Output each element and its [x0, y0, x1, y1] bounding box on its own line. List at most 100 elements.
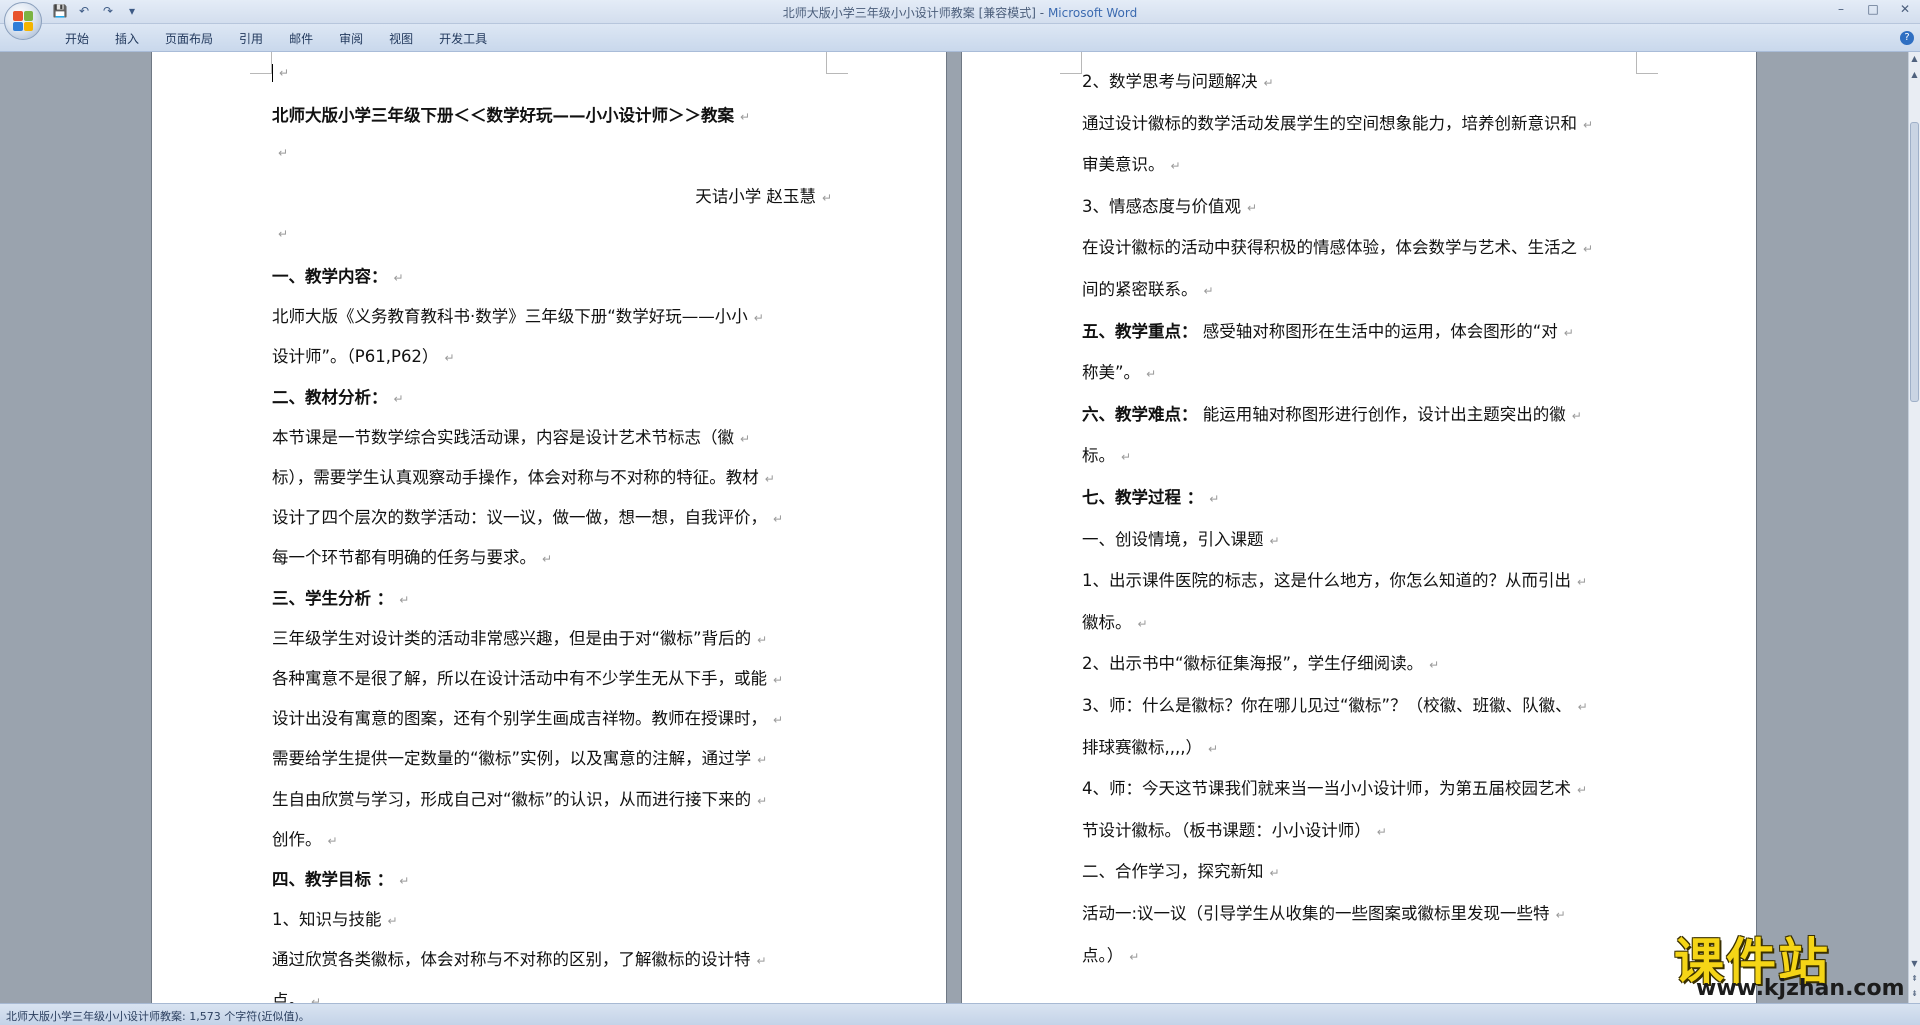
text-line[interactable]: 标。 ↵ [1082, 442, 1131, 466]
text-line[interactable]: 节设计徽标。（板书课题：小小设计师） ↵ [1082, 817, 1387, 841]
text-line[interactable]: 在设计徽标的活动中获得积极的情感体验，体会数学与艺术、生活之 ↵ [1082, 234, 1593, 258]
text-line[interactable]: 创作。 ↵ [272, 826, 338, 850]
paragraph-mark-icon: ↵ [1137, 616, 1148, 631]
office-button[interactable] [4, 2, 42, 40]
ribbon-tab[interactable]: 邮件 [276, 30, 326, 47]
ribbon-tabs: 开始 插入 页面布局 引用 邮件 审阅 视图 开发工具 [52, 30, 500, 47]
line-text: 三、学生分析 ： [272, 588, 394, 608]
ribbon-tab[interactable]: 开始 [52, 30, 102, 47]
text-line[interactable]: 活动一:议一议（引导学生从收集的一些图案或徽标里发现一些特 ↵ [1082, 900, 1566, 924]
text-line[interactable]: 点。 ↵ [272, 987, 321, 1003]
paragraph-mark-icon: ↵ [1269, 533, 1280, 548]
text-line[interactable]: 标），需要学生认真观察动手操作，体会对称与不对称的特征。教材 ↵ [272, 464, 775, 488]
paragraph-mark-icon: ↵ [542, 552, 553, 567]
crop-mark [1636, 52, 1658, 74]
document-title: 北师大版小学三年级小小设计师教案 [兼容模式] [782, 6, 1036, 20]
heading-line[interactable]: 七、教学过程 ： ↵ [1082, 484, 1219, 508]
paragraph-mark-icon: ↵ [1571, 408, 1582, 423]
ribbon-tab[interactable]: 引用 [226, 30, 276, 47]
paragraph-mark-icon: ↵ [773, 512, 784, 527]
text-line[interactable]: 设计师”。（P61,P62） ↵ [272, 343, 455, 367]
ribbon-tab[interactable]: 开发工具 [426, 30, 500, 47]
text-line[interactable]: 生自由欣赏与学习，形成自己对“徽标”的认识，从而进行接下来的 ↵ [272, 786, 767, 810]
heading-line[interactable]: 四、教学目标 ： ↵ [272, 866, 409, 890]
text-line[interactable]: 需要给学生提供一定数量的“徽标”实例，以及寓意的注解，通过学 ↵ [272, 745, 767, 769]
heading-line[interactable]: 六、教学难点： 能运用轴对称图形进行创作，设计出主题突出的徽 ↵ [1082, 401, 1582, 425]
ruler-toggle-icon[interactable]: ▲ [1909, 52, 1920, 66]
text-line[interactable]: 3、情感态度与价值观 ↵ [1082, 193, 1257, 217]
help-icon[interactable]: ? [1900, 31, 1914, 45]
paragraph-mark-icon: ↵ [1429, 658, 1440, 673]
paragraph-mark-icon: ↵ [740, 431, 751, 446]
text-cursor [272, 63, 273, 82]
heading-line[interactable]: 北师大版小学三年级下册＜＜数学好玩——小小设计师＞＞教案 ↵ [272, 102, 750, 126]
text-line[interactable]: 北师大版《义务教育教科书·数学》三年级下册“数学好玩——小小 ↵ [272, 303, 764, 327]
text-line[interactable]: 间的紧密联系。 ↵ [1082, 276, 1214, 300]
page-2[interactable]: 2、数学思考与问题解决 ↵ 通过设计徽标的数学活动发展学生的空间想象能力，培养创新意… [962, 52, 1756, 1003]
window-controls: – □ ✕ [1832, 2, 1914, 16]
text-line[interactable]: 每一个环节都有明确的任务与要求。 ↵ [272, 544, 552, 568]
heading-line[interactable]: 一、教学内容： ↵ [272, 263, 404, 287]
line-text: 北师大版《义务教育教科书·数学》三年级下册“数学好玩——小小 [272, 307, 748, 327]
scroll-up-icon[interactable]: ▲ [1909, 68, 1920, 82]
paragraph-mark-icon: ↵ [1209, 492, 1220, 506]
text-line[interactable]: 4、师：今天这节课我们就来当一当小小设计师，为第五届校园艺术 ↵ [1082, 775, 1587, 799]
paragraph-mark-icon: ↵ [757, 753, 768, 768]
line-text: 2、出示书中“徽标征集海报”，学生仔细阅读。 [1082, 654, 1424, 674]
paragraph-mark-icon: ↵ [1203, 284, 1214, 298]
crop-mark [250, 52, 272, 74]
heading-line[interactable]: 五、教学重点： 感受轴对称图形在生活中的运用，体会图形的“对 ↵ [1082, 318, 1574, 342]
text-line[interactable]: 各种寓意不是很了解，所以在设计活动中有不少学生无从下手，或能 ↵ [272, 665, 783, 689]
line-text: 各种寓意不是很了解，所以在设计活动中有不少学生无从下手，或能 [272, 669, 767, 688]
page-1[interactable]: ↵ 北师大版小学三年级下册＜＜数学好玩——小小设计师＞＞教案 ↵ ↵ 天诘小学 赵玉慧 ↵… [152, 52, 946, 1003]
text-line[interactable]: 设计出没有寓意的图案，还有个别学生画成吉祥物。教师在授课时， ↵ [272, 705, 783, 729]
text-line[interactable]: 点。） ↵ [1082, 942, 1139, 966]
line-text: 活动一:议一议（引导学生从收集的一些图案或徽标里发现一些特 [1082, 904, 1550, 923]
heading-line[interactable]: 三、学生分析 ： ↵ [272, 585, 409, 609]
paragraph-mark-icon: ↵ [1577, 575, 1588, 590]
maximize-button[interactable]: □ [1864, 2, 1882, 16]
text-line[interactable]: 三年级学生对设计类的活动非常感兴趣，但是由于对“徽标”背后的 ↵ [272, 625, 767, 649]
ribbon-tab[interactable]: 视图 [376, 30, 426, 47]
text-line[interactable]: 2、出示书中“徽标征集海报”，学生仔细阅读。 ↵ [1082, 650, 1439, 674]
ribbon-tab[interactable]: 审阅 [326, 30, 376, 47]
status-text: 北师大版小学三年级小小设计师教案: 1,573 个字符(近似值)。 [6, 1010, 310, 1023]
document-area[interactable]: ↵ 北师大版小学三年级下册＜＜数学好玩——小小设计师＞＞教案 ↵ ↵ 天诘小学 赵玉慧 ↵… [0, 52, 1908, 1003]
paragraph-mark-icon: ↵ [399, 874, 410, 888]
ribbon-tab[interactable]: 页面布局 [152, 30, 226, 47]
text-line[interactable]: 徽标。 ↵ [1082, 609, 1148, 633]
text-line[interactable]: 本节课是一节数学综合实践活动课，内容是设计艺术节标志（徽 ↵ [272, 424, 750, 448]
close-button[interactable]: ✕ [1896, 2, 1914, 16]
paragraph-mark-icon: ↵ [1555, 908, 1566, 922]
ribbon-tab[interactable]: 插入 [102, 30, 152, 47]
text-line[interactable]: 2、数学思考与问题解决 ↵ [1082, 68, 1274, 92]
text-line[interactable]: 通过欣赏各类徽标，体会对称与不对称的区别，了解徽标的设计特 ↵ [272, 946, 767, 970]
scroll-thumb[interactable] [1910, 122, 1919, 402]
text-line[interactable]: 3、师：什么是徽标？你在哪儿见过“徽标”？（校徽、班徽、队徽、 ↵ [1082, 692, 1588, 716]
text-line[interactable]: 称美”。 ↵ [1082, 359, 1156, 383]
text-line[interactable]: 天诘小学 赵玉慧 ↵ [272, 183, 832, 207]
text-line[interactable]: 一、创设情境，引入课题 ↵ [1082, 526, 1280, 550]
line-text: 1、知识与技能 [272, 910, 382, 930]
text-line[interactable]: 通过设计徽标的数学活动发展学生的空间想象能力，培养创新意识和 ↵ [1082, 110, 1593, 134]
line-text: 二、合作学习，探究新知 [1082, 862, 1264, 882]
text-line[interactable]: 审美意识。 ↵ [1082, 151, 1181, 175]
watermark-logo: 课件站 www.kjzhan.com [1664, 922, 1912, 1001]
line-text: 二、教材分析： [272, 387, 388, 407]
paragraph-mark-icon: ↵ [278, 146, 289, 161]
heading-line[interactable]: 二、教材分析： ↵ [272, 384, 404, 408]
text-line[interactable]: 排球赛徽标,,,,） ↵ [1082, 734, 1218, 758]
vertical-scrollbar[interactable]: ▲ ▲ ▼ ⇞ ⇟ [1908, 52, 1920, 1003]
paragraph-mark-icon: ↵ [1263, 76, 1274, 90]
text-line[interactable]: 设计了四个层次的数学活动：议一议，做一做，想一想，自我评价， ↵ [272, 504, 783, 528]
text-line[interactable]: ↵ [272, 223, 288, 242]
line-text: 七、教学过程 ： [1082, 488, 1204, 507]
line-text: 排球赛徽标,,,,） [1082, 737, 1202, 757]
minimize-button[interactable]: – [1832, 2, 1850, 16]
text-line[interactable]: ↵ [272, 142, 288, 161]
text-line[interactable]: ↵ [272, 62, 289, 82]
text-line[interactable]: 1、出示课件医院的标志，这是什么地方，你怎么知道的？从而引出 ↵ [1082, 567, 1587, 591]
text-line[interactable]: 1、知识与技能 ↵ [272, 906, 398, 930]
text-line[interactable]: 二、合作学习，探究新知 ↵ [1082, 858, 1280, 882]
paragraph-mark-icon: ↵ [1269, 866, 1280, 881]
